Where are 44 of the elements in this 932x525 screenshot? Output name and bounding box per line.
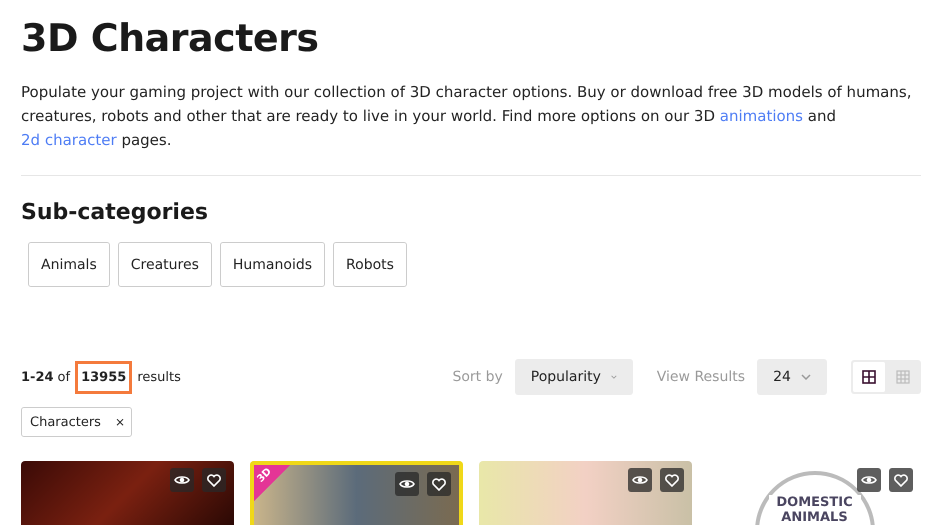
view-mode-button[interactable]	[853, 362, 885, 392]
filter-chip[interactable]: Characters ×	[21, 407, 132, 437]
heart-icon	[432, 478, 446, 490]
favorite-button[interactable]	[427, 472, 451, 496]
favorite-button[interactable]	[202, 468, 226, 492]
grid-icon	[862, 370, 876, 384]
sort-dropdown[interactable]: Popularity	[514, 359, 633, 395]
favorite-button[interactable]	[660, 468, 684, 492]
eye-icon	[399, 478, 415, 490]
grid-icon	[896, 370, 910, 384]
eye-icon	[861, 474, 877, 486]
remove-filter-button[interactable]: ×	[114, 415, 126, 429]
filter-label: Characters	[30, 414, 101, 430]
description-text: Populate your gaming project with our collection of 3D character options. Buy or download free 3D models of humans, creatures, robots and other that are ready to live in your world. Find more options on our 3D animations and 2d character pages.	[21, 82, 912, 151]
results-total: 13955	[78, 364, 130, 390]
eye-icon	[174, 474, 190, 486]
chevron-down-icon	[610, 374, 617, 380]
corner-badge: 3D	[254, 465, 290, 501]
results-range: 1-24	[21, 370, 54, 384]
preview-button[interactable]	[170, 468, 194, 492]
heart-icon	[207, 474, 221, 486]
section-title: Sub-categories	[21, 199, 209, 227]
preview-button[interactable]	[395, 472, 419, 496]
favorite-button[interactable]	[889, 468, 913, 492]
subcategory-button[interactable]: Animals	[28, 242, 110, 287]
subcategory-button[interactable]: Humanoids	[220, 242, 326, 287]
heart-icon	[665, 474, 679, 486]
results-per-page-dropdown[interactable]: 24	[757, 359, 827, 395]
preview-button[interactable]	[857, 468, 881, 492]
view-results-label: View Results	[656, 369, 745, 385]
product-card[interactable]: 3D	[250, 461, 463, 525]
subcategory-button[interactable]: Robots	[333, 242, 407, 287]
sort-label: Sort by	[452, 369, 503, 385]
product-card[interactable]	[479, 461, 692, 525]
subcategory-button[interactable]: Creatures	[118, 242, 212, 287]
chevron-down-icon	[800, 374, 811, 380]
link[interactable]: animations	[720, 107, 803, 125]
page-title: 3D Characters	[21, 15, 320, 62]
results-of-text: of	[58, 370, 70, 384]
eye-icon	[632, 474, 648, 486]
link[interactable]: 2d character	[21, 131, 117, 149]
results-text: results	[137, 370, 181, 384]
preview-button[interactable]	[628, 468, 652, 492]
heart-icon	[894, 474, 908, 486]
